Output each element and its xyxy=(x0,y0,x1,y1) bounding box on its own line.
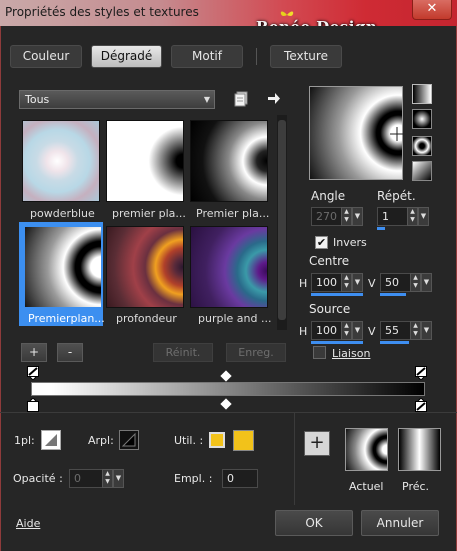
copy-icon[interactable] xyxy=(234,91,248,107)
window-title: Propriétés des styles et textures xyxy=(5,5,199,19)
center-h-slider[interactable] xyxy=(311,293,363,296)
angle-dropdown[interactable]: ▼ xyxy=(352,207,363,226)
user-color-swatch[interactable] xyxy=(233,430,254,451)
source-v-input[interactable]: 55 xyxy=(380,321,411,340)
source-h-input[interactable]: 100 xyxy=(311,321,342,340)
title-bar: Propriétés des styles et textures ✕ xyxy=(0,0,457,26)
user-label: Util. : xyxy=(174,434,204,447)
cancel-button[interactable]: Annuler xyxy=(361,510,439,536)
opacity-dropdown[interactable]: ▼ xyxy=(113,469,124,488)
gradient-thumb-premier-plan-2[interactable] xyxy=(190,120,268,202)
opacity-input[interactable]: 0 xyxy=(69,469,103,488)
linear-style-button[interactable] xyxy=(412,84,432,104)
location-input[interactable]: 0 xyxy=(222,469,258,488)
remove-gradient-button[interactable]: - xyxy=(57,343,83,362)
repeat-input[interactable]: 1 xyxy=(377,207,408,226)
center-v-input[interactable]: 50 xyxy=(380,273,411,292)
opacity-spinner[interactable]: ▲ ▼ xyxy=(102,469,113,488)
panel-divider xyxy=(294,413,295,505)
tab-motif[interactable]: Motif xyxy=(171,45,243,68)
top-start-marker-icon[interactable] xyxy=(27,366,39,380)
repeat-slider[interactable] xyxy=(377,227,385,230)
previous-label: Préc. xyxy=(402,480,430,493)
source-h-dropdown[interactable]: ▼ xyxy=(352,321,363,340)
radial-style-button[interactable] xyxy=(412,136,432,156)
center-v-label: V xyxy=(368,277,376,290)
current-label: Actuel xyxy=(349,480,384,493)
stop-properties-panel xyxy=(0,412,457,504)
gradient-preview[interactable] xyxy=(309,86,404,180)
invert-label: Invers xyxy=(333,236,367,249)
gradient-thumb-powderblue[interactable] xyxy=(22,120,100,202)
category-value: Tous xyxy=(25,93,50,106)
add-stop-button[interactable]: + xyxy=(304,431,330,456)
rectangular-style-button[interactable] xyxy=(412,109,432,129)
background-swatch-icon[interactable] xyxy=(119,430,139,450)
reset-button[interactable]: Réinit. xyxy=(153,343,213,362)
scrollbar-thumb[interactable] xyxy=(278,120,286,320)
sunburst-style-button[interactable] xyxy=(412,161,432,181)
help-link[interactable]: Aide xyxy=(16,517,40,530)
tab-separator xyxy=(256,48,257,65)
gradient-label: powderblue xyxy=(30,207,95,220)
center-v-dropdown[interactable]: ▼ xyxy=(421,273,432,292)
repeat-label: Répét. xyxy=(377,189,416,203)
gradient-label: purple and ... xyxy=(198,312,272,325)
repeat-dropdown[interactable]: ▼ xyxy=(418,207,429,226)
angle-label: Angle xyxy=(311,189,346,203)
category-dropdown[interactable]: Tous ▼ xyxy=(19,90,215,109)
center-h-spinner[interactable]: ▲ ▼ xyxy=(341,273,352,292)
bottom-end-marker-icon[interactable] xyxy=(415,398,427,412)
link-label: Liaison xyxy=(332,347,371,360)
foreground-swatch-icon[interactable] xyxy=(41,430,61,450)
repeat-spinner[interactable]: ▲ ▼ xyxy=(407,207,418,226)
center-h-input[interactable]: 100 xyxy=(311,273,342,292)
angle-input[interactable]: 270 xyxy=(311,207,342,226)
source-h-slider[interactable] xyxy=(311,341,363,344)
close-button[interactable]: ✕ xyxy=(412,0,452,20)
crosshair-icon[interactable] xyxy=(390,127,404,141)
bottom-start-marker-icon[interactable] xyxy=(27,398,39,412)
source-v-slider[interactable] xyxy=(380,341,409,344)
tab-texture[interactable]: Texture xyxy=(270,45,342,68)
source-h-label: H xyxy=(299,325,308,338)
background-label: Arpl: xyxy=(88,434,114,447)
center-v-slider[interactable] xyxy=(380,293,406,296)
gradient-label: Premier pla... xyxy=(196,207,270,220)
angle-spinner[interactable]: ▲ ▼ xyxy=(341,207,352,226)
center-h-label: H xyxy=(299,277,308,290)
gradient-label: profondeur xyxy=(116,312,177,325)
source-v-spinner[interactable]: ▲ ▼ xyxy=(410,321,421,340)
previous-gradient-preview[interactable] xyxy=(398,428,441,471)
gradient-thumb-premierplan[interactable] xyxy=(24,226,102,308)
arrow-right-icon[interactable] xyxy=(267,92,281,105)
invert-checkbox[interactable]: ✔ xyxy=(315,236,328,249)
center-v-spinner[interactable]: ▲ ▼ xyxy=(410,273,421,292)
current-gradient-preview[interactable] xyxy=(345,428,388,471)
opacity-label: Opacité : xyxy=(13,472,63,485)
save-button[interactable]: Enreg. xyxy=(226,343,286,362)
source-label: Source xyxy=(309,302,351,316)
user-color-checkbox[interactable] xyxy=(209,432,225,448)
center-label: Centre xyxy=(309,254,350,268)
gradient-thumb-purple[interactable] xyxy=(190,226,268,308)
gradient-label: premier pla... xyxy=(112,207,186,220)
source-v-dropdown[interactable]: ▼ xyxy=(421,321,432,340)
tab-couleur[interactable]: Couleur xyxy=(10,45,82,68)
location-label: Empl. : xyxy=(174,472,213,485)
add-gradient-button[interactable]: + xyxy=(21,343,47,362)
source-h-spinner[interactable]: ▲ ▼ xyxy=(341,321,352,340)
foreground-label: 1pl: xyxy=(14,434,35,447)
gradient-thumb-profondeur[interactable] xyxy=(106,226,184,308)
center-h-dropdown[interactable]: ▼ xyxy=(352,273,363,292)
link-checkbox[interactable] xyxy=(313,346,326,359)
tab-degrade[interactable]: Dégradé xyxy=(91,45,162,68)
chevron-down-icon: ▼ xyxy=(203,95,210,104)
gradient-editor-bar[interactable] xyxy=(31,382,425,396)
gradient-thumb-premier-plan[interactable] xyxy=(106,120,184,202)
gradient-label-selected: Premierplan... xyxy=(28,312,105,325)
ok-button[interactable]: OK xyxy=(275,510,353,536)
source-v-label: V xyxy=(368,325,376,338)
top-end-marker-icon[interactable] xyxy=(415,366,427,380)
